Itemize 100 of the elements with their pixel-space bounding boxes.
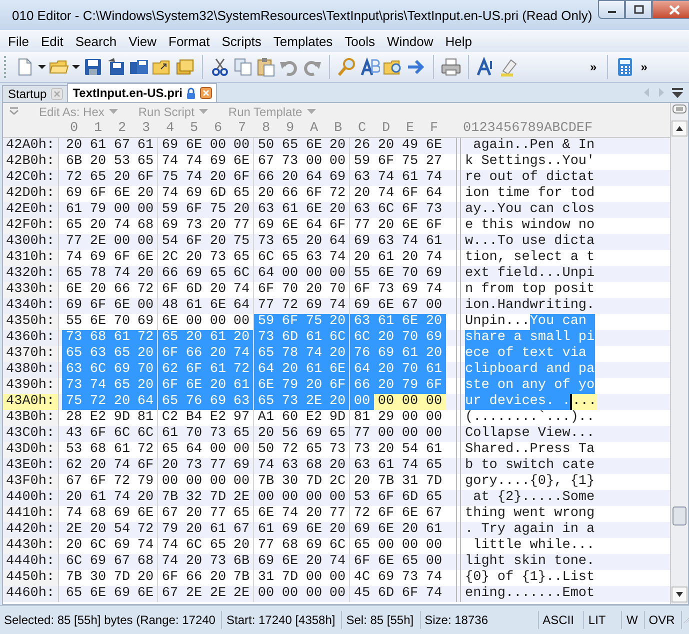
menu-item[interactable]: File bbox=[3, 32, 36, 50]
hex-byte: 70 bbox=[398, 330, 422, 346]
hex-byte: 6F bbox=[352, 282, 372, 298]
hex-byte: 65 bbox=[280, 138, 300, 154]
search-icon[interactable] bbox=[337, 57, 357, 77]
save-as-icon[interactable] bbox=[106, 57, 126, 77]
status-text: LIT bbox=[584, 611, 622, 629]
hex-byte: 6E bbox=[208, 298, 228, 314]
close-icon[interactable] bbox=[200, 87, 212, 99]
highlighter-icon[interactable] bbox=[499, 57, 519, 77]
hex-byte: 6F bbox=[134, 170, 158, 186]
hex-byte: 73 bbox=[208, 426, 228, 442]
hex-byte: 6F bbox=[182, 362, 206, 378]
column-header: F bbox=[428, 120, 440, 136]
hex-byte: 00 bbox=[422, 394, 446, 410]
hex-byte: 6C bbox=[230, 266, 254, 282]
hex-byte: 77 bbox=[256, 538, 276, 554]
row-offset: 43F0h: bbox=[3, 474, 59, 490]
hex-byte: 64 bbox=[304, 218, 324, 234]
hex-byte: 77 bbox=[208, 506, 228, 522]
file-tab[interactable]: TextInput.en-US.pri bbox=[66, 83, 218, 102]
menu-item[interactable]: Scripts bbox=[216, 32, 268, 50]
caret-icon[interactable] bbox=[72, 64, 80, 70]
hex-byte: 69 bbox=[112, 538, 132, 554]
hex-byte: A1 bbox=[256, 410, 276, 426]
hex-byte: 6C bbox=[256, 250, 276, 266]
column-header: E bbox=[404, 120, 416, 136]
hex-byte: 61 bbox=[206, 362, 230, 378]
hex-byte: 20 bbox=[230, 202, 254, 218]
menu-item[interactable]: Templates bbox=[268, 32, 340, 50]
menu-item[interactable]: View bbox=[124, 32, 164, 50]
scissors-icon[interactable] bbox=[210, 57, 230, 77]
hex-byte: 68 bbox=[134, 554, 158, 570]
column-header: 1 bbox=[92, 120, 104, 136]
hex-byte: 69 bbox=[352, 234, 372, 250]
ascii-text: Collapse View... bbox=[465, 426, 595, 442]
hex-byte: 69 bbox=[110, 362, 134, 378]
tab-list-icon[interactable] bbox=[672, 88, 683, 98]
hex-byte: 2E bbox=[230, 586, 254, 602]
hex-byte: 6F bbox=[376, 506, 396, 522]
hex-byte: 61 bbox=[110, 330, 134, 346]
menu-item[interactable]: Window bbox=[382, 32, 440, 50]
hex-byte: 67 bbox=[160, 586, 180, 602]
caret-icon bbox=[199, 109, 208, 114]
hex-byte: 20 bbox=[208, 282, 228, 298]
paste-icon[interactable] bbox=[256, 57, 276, 77]
hex-byte: 00 bbox=[400, 410, 420, 426]
hex-byte: 2C bbox=[160, 250, 180, 266]
hex-byte: 75 bbox=[302, 314, 326, 330]
hex-byte: 65 bbox=[158, 394, 182, 410]
hex-byte: 00 bbox=[374, 394, 398, 410]
column-header: 3 bbox=[140, 120, 152, 136]
copy-icon[interactable] bbox=[233, 57, 253, 77]
hex-byte: 66 bbox=[350, 378, 374, 394]
status-text: Size: 18736 bbox=[420, 611, 539, 629]
menu-item[interactable]: Edit bbox=[36, 32, 70, 50]
save-icon[interactable] bbox=[83, 57, 103, 77]
hex-byte: 75 bbox=[400, 154, 420, 170]
hex-byte: 20 bbox=[422, 314, 446, 330]
menu-item[interactable]: Format bbox=[164, 32, 217, 50]
menu-item[interactable]: Search bbox=[70, 32, 124, 50]
overflow-chevron[interactable]: » bbox=[638, 60, 650, 74]
hex-byte: 65 bbox=[160, 442, 180, 458]
caret-icon[interactable] bbox=[38, 64, 46, 70]
ascii-text: ening.......Emot bbox=[465, 586, 595, 602]
replace-icon[interactable] bbox=[360, 57, 380, 77]
printer-icon[interactable] bbox=[441, 57, 461, 77]
arrow-right-icon[interactable] bbox=[406, 57, 426, 77]
hex-byte: 79 bbox=[160, 522, 180, 538]
hex-byte: 64 bbox=[184, 442, 204, 458]
folders-icon[interactable] bbox=[175, 57, 195, 77]
hex-byte: 81 bbox=[352, 410, 372, 426]
hex-byte: 70 bbox=[184, 426, 204, 442]
hex-byte: 2E bbox=[230, 490, 254, 506]
hex-byte: 61 bbox=[184, 298, 204, 314]
hex-byte: 20 bbox=[208, 234, 228, 250]
hex-byte: 61 bbox=[88, 490, 108, 506]
hex-byte: 20 bbox=[326, 314, 350, 330]
hex-byte: 4C bbox=[352, 570, 372, 586]
file-tab[interactable]: Startup bbox=[2, 85, 68, 102]
menu-item[interactable]: Help bbox=[440, 32, 480, 50]
close-button[interactable] bbox=[652, 0, 689, 19]
overflow-chevron[interactable]: » bbox=[587, 60, 600, 74]
hex-byte: 6E bbox=[424, 138, 444, 154]
maximize-button[interactable] bbox=[625, 0, 652, 19]
hex-byte: 74 bbox=[184, 170, 204, 186]
hex-byte: 00 bbox=[398, 394, 422, 410]
hex-byte: 67 bbox=[112, 554, 132, 570]
minimize-button[interactable] bbox=[598, 0, 626, 19]
hex-byte: 6F bbox=[184, 234, 204, 250]
collapse-icon[interactable] bbox=[9, 106, 19, 116]
save-all-icon[interactable] bbox=[129, 57, 149, 77]
hex-byte: 65 bbox=[64, 266, 84, 282]
menu-item[interactable]: Tools bbox=[340, 32, 382, 50]
hex-byte: 6E bbox=[400, 218, 420, 234]
column-header: 8 bbox=[260, 120, 272, 136]
hex-byte: 66 bbox=[256, 170, 276, 186]
hex-byte: 65 bbox=[326, 426, 350, 442]
hex-byte: 00 bbox=[280, 490, 300, 506]
hex-byte: C2 bbox=[160, 410, 180, 426]
